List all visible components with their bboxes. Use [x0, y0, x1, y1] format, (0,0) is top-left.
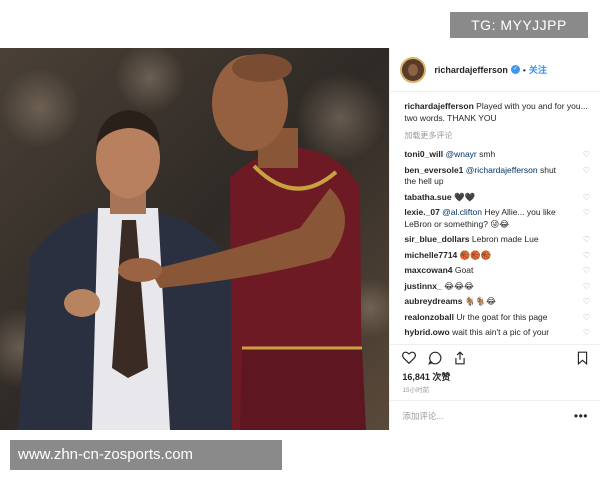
comment-body: toni0_will @wnayr smh — [404, 149, 566, 161]
comment-username[interactable]: tabatha.sue — [404, 192, 451, 202]
comment-row: hybrid.owo wait this ain't a pic of your… — [404, 327, 590, 339]
comment-username[interactable]: toni0_will — [404, 149, 443, 159]
instagram-post: richardajefferson ✓ • 关注 richardajeffers… — [0, 48, 600, 430]
verified-badge-icon: ✓ — [510, 65, 520, 74]
comment-like-heart-icon[interactable]: ♡ — [580, 296, 590, 308]
comment-body: michelle7714 🏀🏀🏀 — [404, 250, 566, 262]
comment-body: lexie._07 @al.clifton Hey Allie... you l… — [404, 207, 566, 230]
comment-username[interactable]: lexie._07 — [404, 207, 439, 217]
comment-body: tabatha.sue 🖤🖤 — [404, 192, 566, 204]
comment-text: 🏀🏀🏀 — [459, 249, 492, 260]
comment-like-heart-icon[interactable]: ♡ — [580, 250, 590, 262]
comment-body: ben_eversole1 @richardajefferson shut th… — [404, 165, 566, 188]
comment-text: 🖤🖤 — [453, 191, 476, 202]
comment-like-heart-icon[interactable]: ♡ — [580, 207, 590, 219]
add-comment-input[interactable]: 添加评论... — [402, 410, 443, 422]
bookmark-icon[interactable] — [577, 351, 588, 365]
post-username[interactable]: richardajefferson — [434, 65, 508, 75]
comment-like-heart-icon[interactable]: ♡ — [580, 312, 590, 324]
comment-body: sir_blue_dollars Lebron made Lue — [404, 234, 566, 246]
comment-text: smh — [479, 149, 496, 159]
comment-mention[interactable]: @al.clifton — [442, 207, 482, 217]
comment-bubble-icon[interactable] — [428, 351, 442, 365]
comment-row: justinnx_ 😂😂😂 ♡ — [404, 281, 590, 293]
comment-row: lexie._07 @al.clifton Hey Allie... you l… — [404, 207, 590, 230]
post-sidebar: richardajefferson ✓ • 关注 richardajeffers… — [389, 48, 600, 430]
comment-text: Goat — [454, 265, 474, 275]
comment-username[interactable]: justinnx_ — [404, 281, 441, 291]
comment-like-heart-icon[interactable]: ♡ — [580, 165, 590, 177]
likes-count[interactable]: 16,841 次赞 — [390, 370, 600, 382]
comment-row: realonzoball Ur the goat for this page ♡ — [404, 312, 590, 324]
comment-text: Lebron made Lue — [471, 234, 539, 244]
comment-username[interactable]: ben_eversole1 — [404, 165, 463, 175]
more-options-icon[interactable]: ••• — [574, 409, 588, 423]
follow-button[interactable]: 关注 — [529, 63, 547, 76]
comment-row: tabatha.sue 🖤🖤 ♡ — [404, 192, 590, 204]
comment-like-heart-icon[interactable]: ♡ — [580, 327, 590, 339]
comment-like-heart-icon[interactable]: ♡ — [580, 265, 590, 277]
caption-username[interactable]: richardajefferson — [404, 101, 473, 111]
comment-username[interactable]: michelle7714 — [404, 250, 457, 260]
comment-body: aubreydreams 🐐🐐😂 — [404, 296, 566, 308]
avatar[interactable] — [400, 56, 427, 83]
post-timestamp: 15小时前 — [402, 387, 430, 394]
comment-row: aubreydreams 🐐🐐😂 ♡ — [404, 296, 590, 308]
comment-body: hybrid.owo wait this ain't a pic of your — [404, 327, 566, 339]
comment-like-heart-icon[interactable]: ♡ — [580, 149, 590, 161]
comment-username[interactable]: realonzoball — [404, 312, 454, 322]
comment-username[interactable]: maxcowan4 — [404, 265, 452, 275]
comment-row: ben_eversole1 @richardajefferson shut th… — [404, 165, 590, 188]
comment-username[interactable]: hybrid.owo — [404, 327, 449, 337]
like-heart-icon[interactable] — [402, 351, 417, 364]
comment-body: justinnx_ 😂😂😂 — [404, 281, 566, 293]
post-photo[interactable] — [0, 48, 390, 430]
comment-text: 😂😂😂 — [444, 280, 474, 291]
comment-row: maxcowan4 Goat ♡ — [404, 265, 590, 277]
basketball-photo-image — [0, 48, 390, 430]
comment-username[interactable]: sir_blue_dollars — [404, 234, 469, 244]
comment-like-heart-icon[interactable]: ♡ — [580, 281, 590, 293]
comment-mention[interactable]: @wnayr — [445, 149, 476, 159]
post-caption: richardajefferson Played with you and fo… — [404, 100, 590, 124]
comment-body: maxcowan4 Goat — [404, 265, 566, 277]
post-actions-bar — [390, 344, 600, 370]
comment-row: toni0_will @wnayr smh ♡ — [404, 149, 590, 161]
comment-row: sir_blue_dollars Lebron made Lue ♡ — [404, 234, 590, 246]
comment-mention[interactable]: @richardajefferson — [466, 165, 538, 175]
comment-body: realonzoball Ur the goat for this page — [404, 312, 566, 324]
comment-text: 🐐🐐😂 — [464, 296, 496, 306]
add-comment-bar: 添加评论... ••• — [390, 400, 600, 430]
comment-row: michelle7714 🏀🏀🏀 ♡ — [404, 250, 590, 262]
post-header: richardajefferson ✓ • 关注 — [390, 48, 600, 92]
comment-text: wait this ain't a pic of your — [452, 327, 550, 337]
comment-like-heart-icon[interactable]: ♡ — [580, 192, 590, 204]
share-icon[interactable] — [454, 350, 466, 365]
tg-watermark-badge: TG: MYYJJPP — [450, 12, 588, 38]
comment-like-heart-icon[interactable]: ♡ — [580, 234, 590, 246]
comment-username[interactable]: aubreydreams — [404, 296, 462, 306]
separator-dot: • — [522, 64, 526, 75]
comments-list: richardajefferson Played with you and fo… — [390, 92, 600, 344]
site-watermark-banner: www.zhn-cn-zosports.com — [10, 440, 282, 470]
comment-text: Ur the goat for this page — [456, 311, 548, 322]
load-more-comments-link[interactable]: 加载更多评论 — [404, 130, 590, 141]
